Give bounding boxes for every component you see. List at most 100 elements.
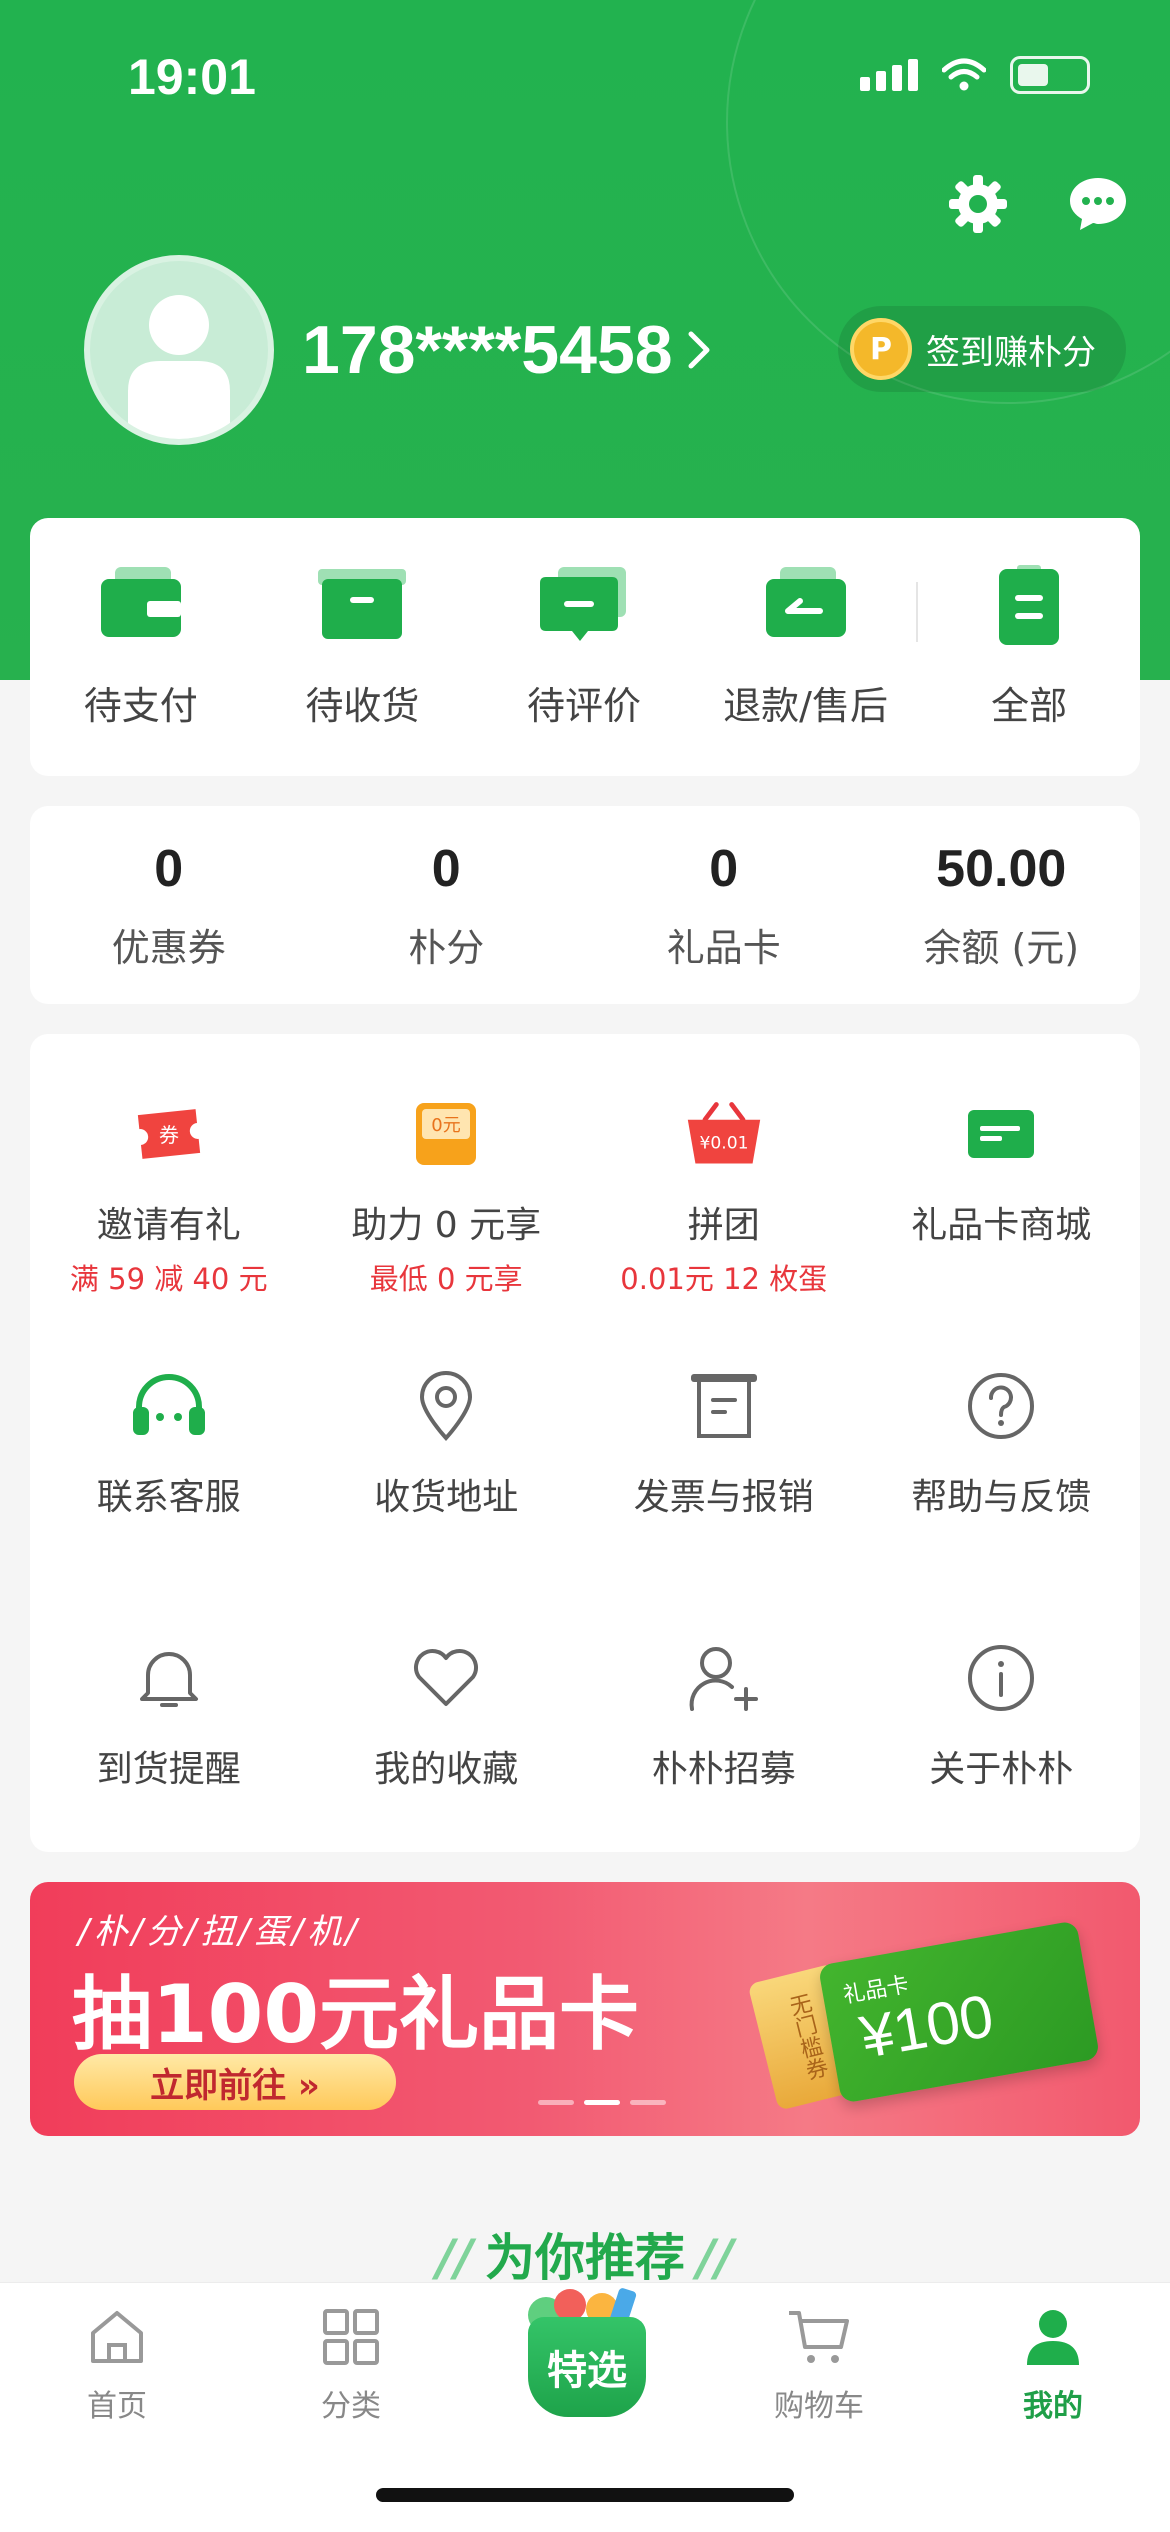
order-label: 全部 xyxy=(991,683,1068,728)
clipboard-icon xyxy=(999,564,1060,645)
promo-banner[interactable]: /朴/分/扭/蛋/机/ 抽100元礼品卡 立即前往 » 无门槛券 礼品卡 ¥10… xyxy=(30,1882,1140,2136)
service-zero-yuan[interactable]: 0元 助力 0 元享 最低 0 元享 xyxy=(308,1094,586,1366)
service-sublabel: 最低 0 元享 xyxy=(369,1262,523,1296)
gift-card-icon xyxy=(961,1094,1041,1174)
add-user-icon xyxy=(684,1638,764,1718)
service-address[interactable]: 收货地址 xyxy=(308,1366,586,1638)
wifi-icon xyxy=(942,58,986,91)
profile[interactable]: 178****5458 xyxy=(84,255,713,445)
services-card: 券 邀请有礼 满 59 减 40 元 0元 助力 0 元享 最低 0 元享 ¥0… xyxy=(30,1034,1140,1852)
banner-artwork: 无门槛券 礼品卡 ¥100 xyxy=(720,1882,1140,2136)
tab-category[interactable]: 分类 xyxy=(234,2305,468,2443)
home-icon xyxy=(85,2305,149,2369)
user-phone[interactable]: 178****5458 xyxy=(302,311,713,389)
featured-basket-icon: 特选 xyxy=(510,2275,660,2417)
pagination-dot xyxy=(630,2100,666,2105)
stat-value: 0 xyxy=(709,839,739,898)
home-indicator xyxy=(376,2488,794,2502)
order-pending-payment[interactable]: 待支付 xyxy=(30,518,252,776)
stat-value: 0 xyxy=(431,839,461,898)
tab-featured[interactable]: 特选 xyxy=(468,2288,702,2443)
zero-yuan-icon: 0元 xyxy=(406,1094,486,1174)
service-invite[interactable]: 券 邀请有礼 满 59 减 40 元 xyxy=(30,1094,308,1366)
message-bubble-icon[interactable] xyxy=(1066,172,1130,236)
service-sublabel: 满 59 减 40 元 xyxy=(69,1262,268,1296)
stat-value: 50.00 xyxy=(936,839,1067,898)
service-help-feedback[interactable]: 帮助与反馈 xyxy=(863,1366,1141,1638)
order-label: 待收货 xyxy=(305,683,420,728)
signal-icon xyxy=(860,59,918,91)
service-label: 关于朴朴 xyxy=(929,1749,1074,1790)
service-recruit[interactable]: 朴朴招募 xyxy=(585,1638,863,1910)
service-favorites[interactable]: 我的收藏 xyxy=(308,1638,586,1910)
stat-balance[interactable]: 50.00 余额 (元) xyxy=(863,839,1141,972)
status-bar: 19:01 xyxy=(0,0,1170,150)
gift-card-image: 礼品卡 ¥100 xyxy=(817,1920,1101,2104)
service-label: 我的收藏 xyxy=(374,1749,519,1790)
zero-yuan-icon-text: 0元 xyxy=(432,1115,461,1136)
pagination-dot-active xyxy=(584,2100,620,2105)
service-invoice[interactable]: 发票与报销 xyxy=(585,1366,863,1638)
info-icon xyxy=(961,1638,1041,1718)
signin-label: 签到赚朴分 xyxy=(926,332,1096,373)
order-pending-review[interactable]: 待评价 xyxy=(473,518,695,776)
signin-earn-points-button[interactable]: P 签到赚朴分 xyxy=(838,306,1126,392)
status-icons xyxy=(860,56,1090,94)
order-pending-receipt[interactable]: 待收货 xyxy=(252,518,474,776)
settings-gear-icon[interactable] xyxy=(946,172,1010,236)
invoice-icon xyxy=(684,1366,764,1446)
featured-label: 特选 xyxy=(528,2317,646,2417)
stat-coupons[interactable]: 0 优惠券 xyxy=(30,839,308,972)
service-restock-alert[interactable]: 到货提醒 xyxy=(30,1638,308,1910)
tab-label: 分类 xyxy=(321,2389,381,2424)
wallet-icon xyxy=(100,566,181,637)
service-customer-support[interactable]: 联系客服 xyxy=(30,1366,308,1638)
order-label: 待支付 xyxy=(83,683,198,728)
battery-icon xyxy=(1010,56,1090,94)
tab-label: 首页 xyxy=(87,2389,147,2424)
heading-decoration: // xyxy=(436,2229,473,2287)
service-gift-card-mall[interactable]: 礼品卡商城 xyxy=(863,1094,1141,1366)
order-label: 退款/售后 xyxy=(723,683,888,728)
location-icon xyxy=(406,1366,486,1446)
service-label: 联系客服 xyxy=(96,1477,241,1518)
service-label: 发票与报销 xyxy=(633,1477,814,1518)
service-label: 朴朴招募 xyxy=(651,1749,796,1790)
pagination-dot xyxy=(538,2100,574,2105)
heart-icon xyxy=(406,1638,486,1718)
service-label: 帮助与反馈 xyxy=(911,1477,1092,1518)
box-icon xyxy=(318,568,407,639)
tab-home[interactable]: 首页 xyxy=(0,2305,234,2443)
tab-cart[interactable]: 购物车 xyxy=(702,2305,936,2443)
orders-card: 待支付 待收货 待评价 退款/售后 全部 xyxy=(30,518,1140,776)
service-about[interactable]: 关于朴朴 xyxy=(863,1638,1141,1910)
bell-icon xyxy=(129,1638,209,1718)
order-refund-aftersale[interactable]: 退款/售后 xyxy=(695,518,917,776)
service-label: 收货地址 xyxy=(374,1477,519,1518)
stat-gift-cards[interactable]: 0 礼品卡 xyxy=(585,839,863,972)
stat-label: 礼品卡 xyxy=(666,925,781,970)
tab-mine[interactable]: 我的 xyxy=(936,2305,1170,2443)
service-sublabel: 0.01元 12 枚蛋 xyxy=(620,1262,828,1296)
avatar[interactable] xyxy=(84,255,274,445)
coupon-icon-text: 券 xyxy=(159,1123,179,1147)
banner-go-button[interactable]: 立即前往 » xyxy=(74,2054,396,2110)
banner-tag: /朴/分/扭/蛋/机/ xyxy=(78,1912,361,1952)
tab-label: 购物车 xyxy=(774,2389,864,2424)
help-icon xyxy=(961,1366,1041,1446)
header-actions xyxy=(946,172,1130,236)
phone-number: 178****5458 xyxy=(302,312,673,388)
cart-icon xyxy=(787,2305,851,2369)
heading-decoration: // xyxy=(697,2229,734,2287)
order-label: 待评价 xyxy=(526,683,641,728)
stat-label: 朴分 xyxy=(408,925,485,970)
basket-icon: ¥0.01 xyxy=(684,1094,764,1174)
stat-label: 优惠券 xyxy=(111,925,226,970)
banner-pagination xyxy=(538,2100,666,2105)
service-group-buy[interactable]: ¥0.01 拼团 0.01元 12 枚蛋 xyxy=(585,1094,863,1366)
coupon-icon: 券 xyxy=(129,1094,209,1174)
stat-label: 余额 (元) xyxy=(923,925,1080,970)
stat-points[interactable]: 0 朴分 xyxy=(308,839,586,972)
order-all[interactable]: 全部 xyxy=(918,518,1140,776)
service-label: 拼团 xyxy=(687,1205,760,1246)
